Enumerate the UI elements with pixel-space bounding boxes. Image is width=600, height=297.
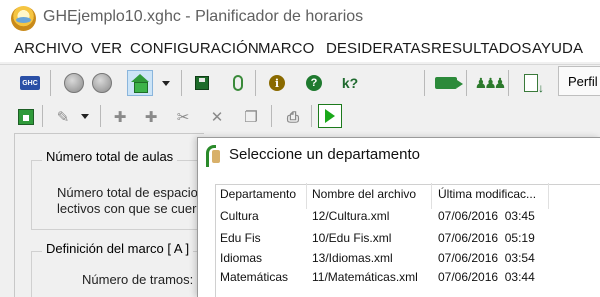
pencil-icon: ✎ — [56, 109, 70, 126]
perfil-button[interactable]: Perfil — [558, 66, 600, 96]
print-button[interactable]: ⎙ — [280, 104, 306, 130]
aulas-group-title: Número total de aulas — [42, 149, 178, 164]
home-dropdown-button[interactable] — [159, 70, 173, 96]
play-icon — [325, 109, 335, 123]
dialog-app-icon — [204, 145, 222, 167]
add-multiple-button[interactable]: ✚ — [138, 104, 164, 130]
menu-archivo[interactable]: ARCHIVO — [14, 40, 83, 57]
building-icon — [18, 109, 34, 125]
plus-multiple-icon: ✚ — [144, 109, 158, 126]
table-row-3-archivo[interactable]: 11/Matemáticas.xml — [312, 270, 418, 284]
delete-button[interactable]: ✕ — [204, 104, 230, 130]
help-icon: ? — [306, 75, 322, 91]
building-button[interactable] — [13, 104, 39, 130]
run-button[interactable] — [318, 104, 342, 128]
people-icon: ♟♟♟ — [474, 74, 507, 91]
home-button[interactable] — [127, 70, 153, 96]
table-row-3-departamento[interactable]: Matemáticas — [220, 270, 288, 284]
circle-icon — [92, 73, 112, 93]
table-row-2-archivo[interactable]: 13/Idiomas.xml — [312, 251, 393, 265]
edit-button[interactable]: ✎ — [50, 104, 76, 130]
table-row-2-departamento[interactable]: Idiomas — [220, 251, 262, 265]
context-help-button[interactable]: k? — [337, 70, 363, 96]
table-row-1-archivo[interactable]: 10/Edu Fis.xml — [312, 231, 391, 245]
menu-desideratas[interactable]: DESIDERATAS — [326, 40, 431, 57]
info-button[interactable]: i — [264, 70, 290, 96]
aulas-description-line1: Número total de espacios — [57, 185, 205, 200]
column-header-modificacion[interactable]: Última modificac... — [438, 187, 536, 201]
table-row-1-fecha[interactable]: 07/06/2016 05:19 — [438, 231, 535, 245]
copy-icon: ❐ — [244, 109, 258, 126]
copy-button[interactable]: ❐ — [238, 104, 264, 130]
save-button[interactable] — [189, 70, 215, 96]
marco-group-title: Definición del marco [ A ] — [42, 241, 194, 256]
circle-icon — [64, 73, 84, 93]
add-button[interactable]: ✚ — [107, 104, 133, 130]
menu-marco[interactable]: MARCO — [258, 40, 314, 57]
title-bar: GHEjemplo10.xghc - Planificador de horar… — [0, 0, 600, 36]
table-row-0-archivo[interactable]: 12/Cultura.xml — [312, 209, 389, 223]
tramos-label: Número de tramos: — [82, 272, 194, 287]
chevron-down-icon — [162, 80, 170, 86]
table-row-0-fecha[interactable]: 07/06/2016 03:45 — [438, 209, 535, 223]
dialog-title: Seleccione un departamento — [229, 146, 420, 163]
plus-icon: ✚ — [113, 109, 127, 126]
menu-configuracion[interactable]: CONFIGURACIÓN — [130, 40, 259, 57]
document-download-icon — [524, 74, 544, 95]
info-icon: i — [269, 75, 285, 91]
ghc-button[interactable]: GHC — [17, 70, 43, 96]
close-icon: ✕ — [210, 109, 224, 126]
app-logo-icon — [11, 6, 36, 31]
column-header-archivo[interactable]: Nombre del archivo — [312, 187, 416, 201]
ghc-icon: GHC — [20, 76, 40, 90]
save-icon — [195, 76, 209, 90]
truck-icon — [435, 77, 463, 89]
home-icon — [130, 74, 150, 93]
help-button[interactable]: ? — [301, 70, 327, 96]
menu-resultados[interactable]: RESULTADOS — [431, 40, 531, 57]
edit-dropdown-button[interactable] — [78, 104, 92, 128]
menu-ayuda[interactable]: AYUDA — [532, 40, 583, 57]
paperclip-icon — [233, 75, 243, 91]
disabled-circle-button-2[interactable] — [89, 70, 115, 96]
column-header-departamento[interactable]: Departamento — [220, 187, 296, 201]
menu-ver[interactable]: VER — [91, 40, 122, 57]
cut-button[interactable]: ✂ — [170, 104, 196, 130]
table-row-0-departamento[interactable]: Cultura — [220, 209, 259, 223]
context-help-icon: k? — [341, 75, 359, 91]
import-button[interactable] — [518, 70, 544, 96]
attach-button[interactable] — [225, 70, 251, 96]
teachers-button[interactable]: ♟♟♟ — [474, 70, 507, 96]
aulas-description-line2: lectivos con que se cuer — [57, 201, 197, 216]
disabled-circle-button-1[interactable] — [61, 70, 87, 96]
export-button[interactable] — [433, 70, 463, 96]
table-row-2-fecha[interactable]: 07/06/2016 03:54 — [438, 251, 535, 265]
window-title: GHEjemplo10.xghc - Planificador de horar… — [43, 8, 364, 25]
menu-bar: ARCHIVO VER CONFIGURACIÓN MARCO DESIDERA… — [0, 36, 600, 62]
table-row-3-fecha[interactable]: 07/06/2016 03:44 — [438, 270, 535, 284]
printer-icon: ⎙ — [286, 108, 299, 126]
chevron-down-icon — [81, 113, 89, 119]
scissors-icon: ✂ — [176, 109, 190, 126]
table-row-1-departamento[interactable]: Edu Fis — [220, 231, 261, 245]
